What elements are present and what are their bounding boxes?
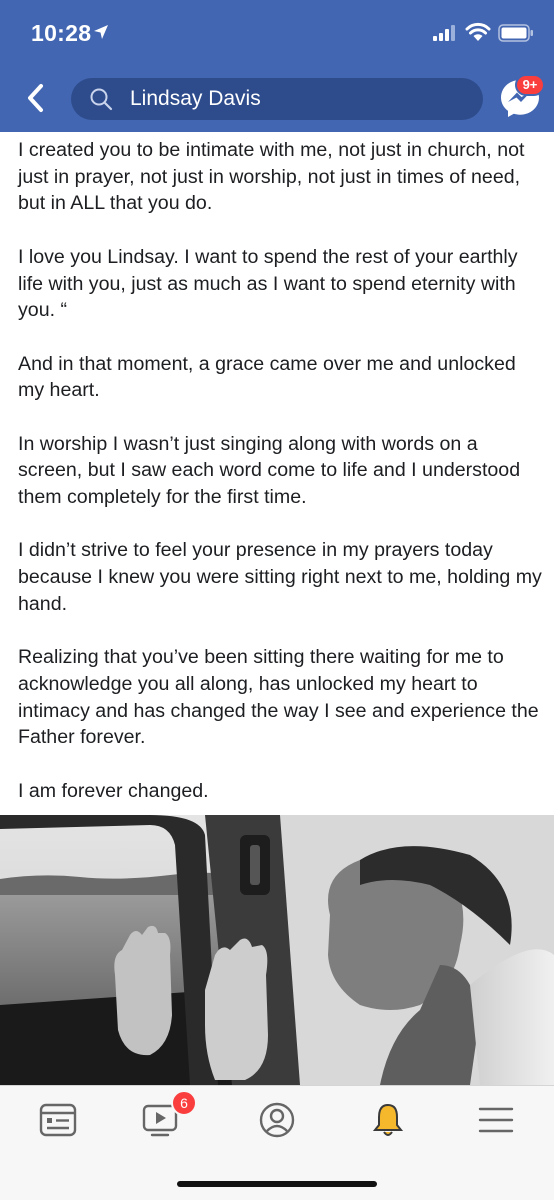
search-query: Lindsay Davis [130,87,261,110]
home-indicator [177,1181,377,1187]
status-time: 10:28 [31,20,92,46]
nav-row: Lindsay Davis [0,66,554,132]
post-paragraph: I created you to be intimate with me, no… [18,139,525,215]
search-icon [90,88,113,111]
post-paragraph: I love you Lindsay. I want to spend the … [18,245,518,322]
post-text: I created you to be intimate with me, no… [18,137,542,831]
notifications-bell-icon[interactable] [366,1100,410,1140]
search-input[interactable]: Lindsay Davis [71,78,483,120]
app-header: 10:28 Lindsay Davis [0,0,554,132]
back-button[interactable] [22,82,50,114]
post-paragraph: Realizing that you’ve been sitting there… [18,646,539,749]
wifi-icon [465,22,491,41]
menu-icon[interactable] [474,1100,518,1140]
status-bar: 10:28 [0,0,554,66]
news-feed-icon[interactable] [36,1100,80,1140]
watch-badge: 6 [171,1090,197,1116]
profile-icon[interactable] [255,1100,299,1140]
post-paragraph: I didn’t strive to feel your presence in… [18,539,542,615]
messenger-badge: 9+ [515,74,545,96]
post-paragraph: I am forever changed. [18,779,209,802]
battery-icon [498,24,533,42]
post-paragraph: And in that moment, a grace came over me… [18,352,516,402]
post-photo[interactable] [0,815,554,1085]
location-arrow-icon [94,25,108,39]
post-paragraph: In worship I wasn’t just singing along w… [18,432,521,509]
signal-icon [433,25,455,41]
photo-image [0,815,554,1085]
